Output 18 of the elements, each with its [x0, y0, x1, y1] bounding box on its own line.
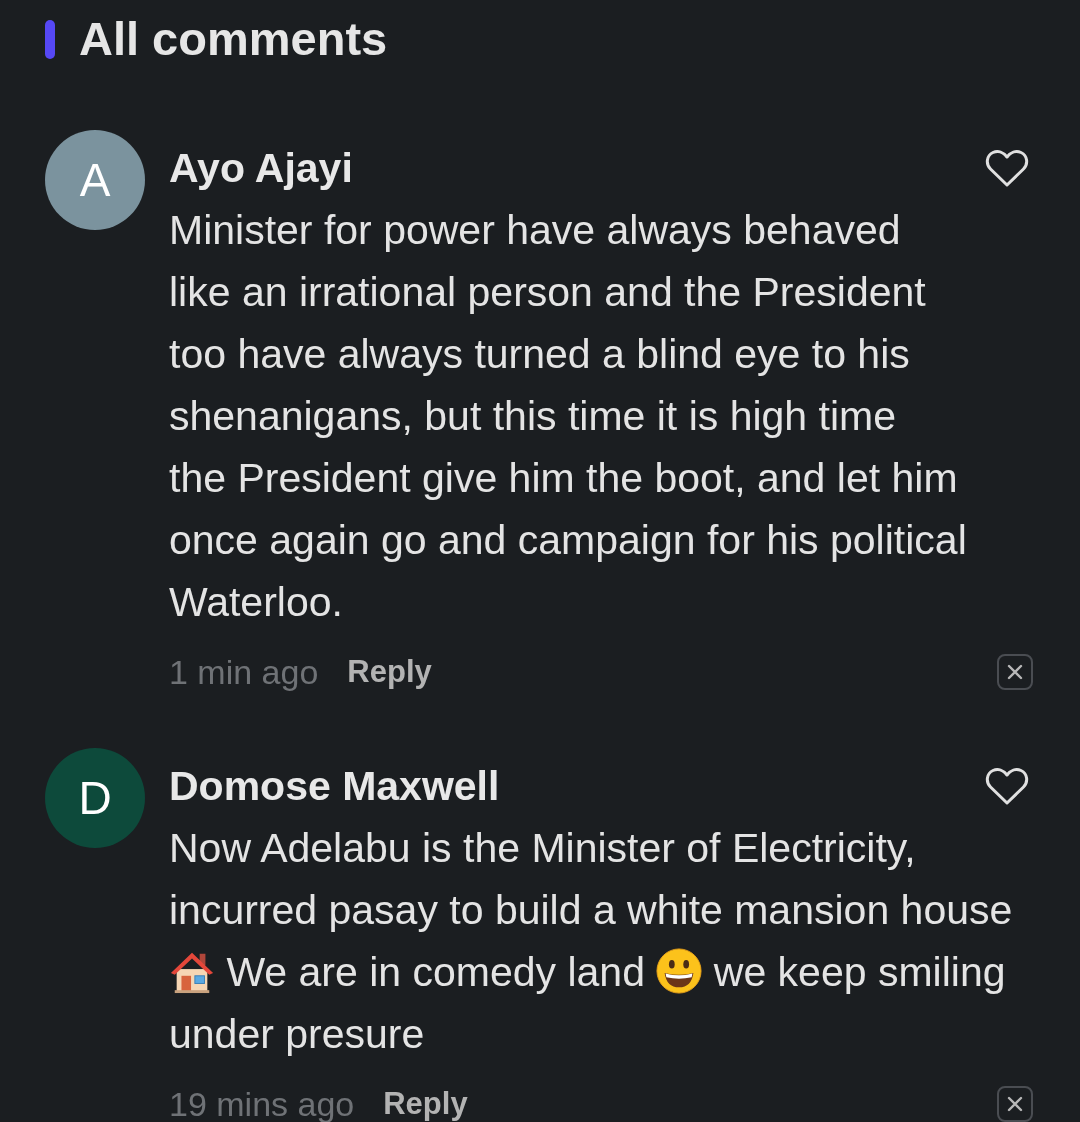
grinning-face-icon [656, 948, 703, 994]
dismiss-button[interactable] [997, 654, 1033, 690]
author-name: Ayo Ajayi [169, 144, 353, 193]
comment-text: Minister for power have always behaved like an irrational person and the President too have always turned a blind eye to his shenanigans, but this time it is high time the President give him the boot, and let him once again go and campaign for his political Waterloo. [169, 206, 968, 627]
section-title: All comments [79, 11, 388, 67]
comment-time: 1 min ago [169, 653, 319, 691]
accent-bar [45, 19, 55, 59]
comment-text: Now Adelabu is the Minister of Electricity, incurred pasay to build a white mansion house We are in comedy land we keep smiling under presure [169, 824, 1014, 1059]
close-icon [1006, 663, 1024, 681]
reply-button[interactable]: Reply [383, 1085, 468, 1122]
avatar: A [45, 130, 145, 230]
avatar: D [45, 748, 145, 848]
reply-button[interactable]: Reply [347, 653, 432, 691]
close-icon [1006, 1095, 1024, 1113]
author-name: Domose Maxwell [169, 762, 500, 811]
heart-icon[interactable] [985, 766, 1029, 806]
dismiss-button[interactable] [997, 1086, 1033, 1122]
heart-icon[interactable] [985, 148, 1029, 188]
